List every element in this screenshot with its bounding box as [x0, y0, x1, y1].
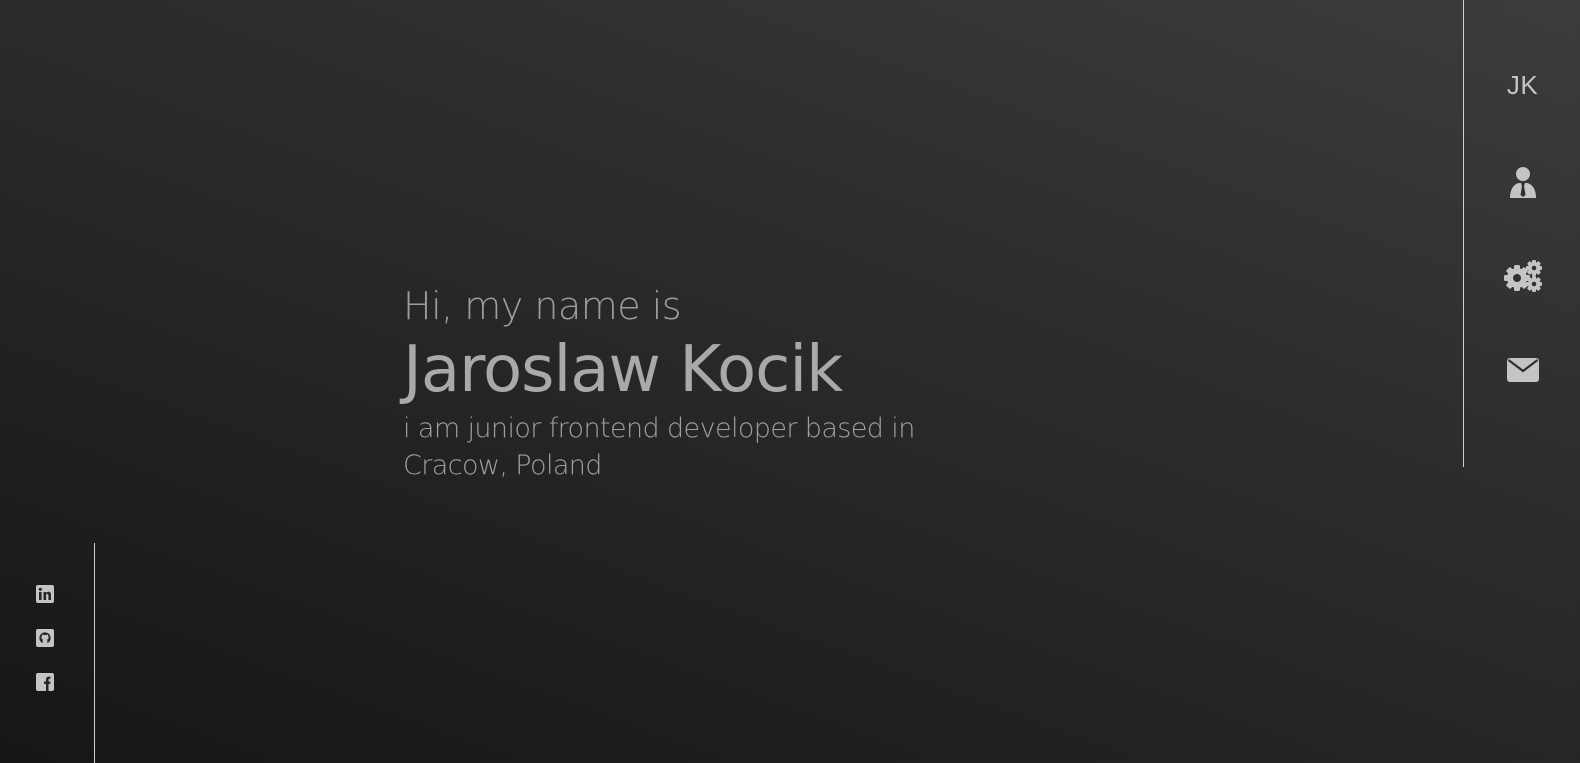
hero-section: Hi, my name is Jaroslaw Kocik i am junio…	[403, 282, 963, 484]
envelope-icon	[1506, 358, 1539, 382]
social-divider-line	[94, 543, 95, 763]
github-link[interactable]	[34, 627, 56, 649]
greeting-text: Hi, my name is	[403, 284, 682, 328]
facebook-icon	[36, 673, 54, 691]
nav-contact-button[interactable]	[1464, 348, 1580, 392]
right-nav: JK	[1463, 0, 1580, 467]
nav-about-button[interactable]	[1464, 160, 1580, 204]
facebook-link[interactable]	[34, 671, 56, 693]
user-tie-icon	[1509, 167, 1536, 198]
nav-skills-button[interactable]	[1464, 254, 1580, 298]
hero-name: Jaroslaw Kocik	[403, 333, 843, 407]
logo[interactable]: JK	[1464, 70, 1580, 101]
github-icon	[36, 629, 54, 647]
cogs-icon	[1503, 260, 1542, 292]
linkedin-link[interactable]	[34, 583, 56, 605]
hero-tagline: i am junior frontend developer based in …	[403, 413, 915, 481]
linkedin-icon	[36, 585, 54, 603]
